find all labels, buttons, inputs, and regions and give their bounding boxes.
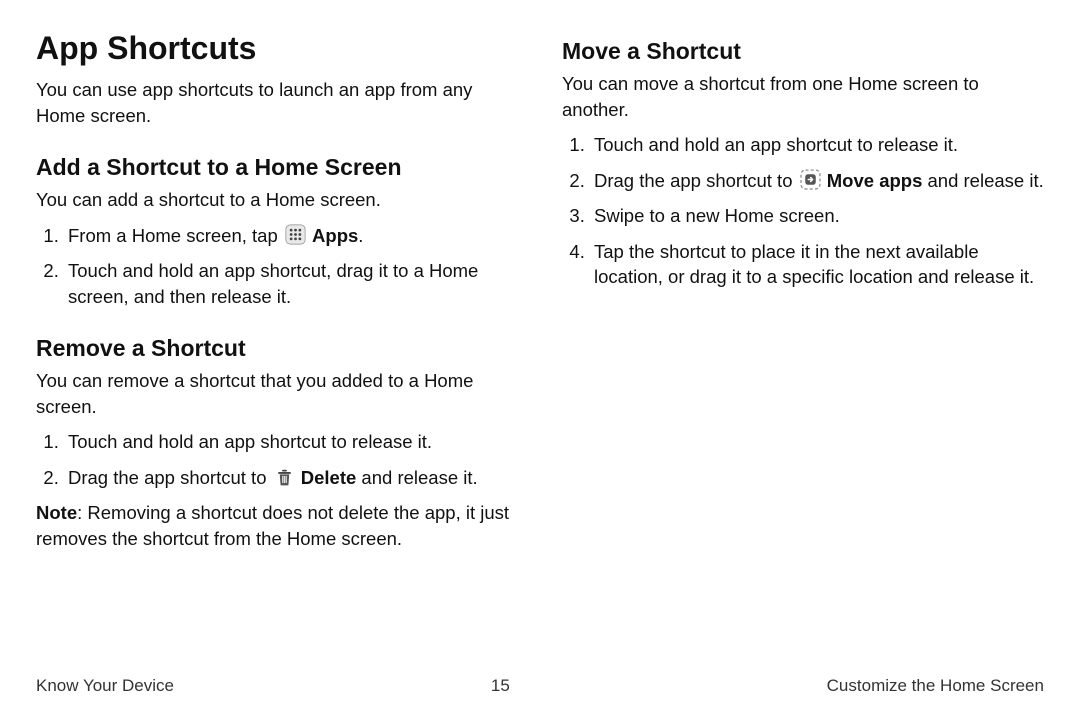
apps-grid-icon bbox=[285, 224, 306, 245]
trash-icon bbox=[274, 467, 295, 488]
add-intro: You can add a shortcut to a Home screen. bbox=[36, 187, 518, 213]
list-item: Touch and hold an app shortcut to releas… bbox=[64, 429, 518, 455]
list-item: Drag the app shortcut to bbox=[64, 465, 518, 491]
remove-intro: You can remove a shortcut that you added… bbox=[36, 368, 518, 419]
step-text: Drag the app shortcut to bbox=[594, 170, 798, 191]
section-heading-remove: Remove a Shortcut bbox=[36, 335, 518, 362]
note-label: Note bbox=[36, 502, 77, 523]
list-item: Swipe to a new Home screen. bbox=[590, 203, 1044, 229]
section-heading-add: Add a Shortcut to a Home Screen bbox=[36, 154, 518, 181]
list-item: Touch and hold an app shortcut to releas… bbox=[590, 132, 1044, 158]
step-text: Drag the app shortcut to bbox=[68, 467, 272, 488]
remove-steps-list: Touch and hold an app shortcut to releas… bbox=[36, 429, 518, 490]
note-body: : Removing a shortcut does not delete th… bbox=[36, 502, 509, 549]
right-column: Move a Shortcut You can move a shortcut … bbox=[562, 30, 1044, 561]
page-footer: Know Your Device 15 Customize the Home S… bbox=[36, 676, 1044, 696]
step-text: and release it. bbox=[922, 170, 1043, 191]
page-number: 15 bbox=[491, 676, 510, 696]
step-text: and release it. bbox=[356, 467, 477, 488]
intro-paragraph: You can use app shortcuts to launch an a… bbox=[36, 77, 518, 128]
list-item: Drag the app shortcut to Move apps and r… bbox=[590, 168, 1044, 194]
list-item: Tap the shortcut to place it in the next… bbox=[590, 239, 1044, 290]
step-text: From a Home screen, tap bbox=[68, 225, 283, 246]
delete-label: Delete bbox=[301, 467, 357, 488]
two-column-layout: App Shortcuts You can use app shortcuts … bbox=[36, 30, 1044, 561]
add-steps-list: From a Home screen, tap Apps. Touch and bbox=[36, 223, 518, 310]
move-apps-label: Move apps bbox=[827, 170, 923, 191]
left-column: App Shortcuts You can use app shortcuts … bbox=[36, 30, 518, 561]
page-title: App Shortcuts bbox=[36, 30, 518, 67]
list-item: Touch and hold an app shortcut, drag it … bbox=[64, 258, 518, 309]
move-steps-list: Touch and hold an app shortcut to releas… bbox=[562, 132, 1044, 290]
list-item: From a Home screen, tap Apps. bbox=[64, 223, 518, 249]
footer-left: Know Your Device bbox=[36, 676, 174, 696]
apps-label: Apps bbox=[312, 225, 358, 246]
move-apps-icon bbox=[800, 169, 821, 190]
move-intro: You can move a shortcut from one Home sc… bbox=[562, 71, 1044, 122]
manual-page: App Shortcuts You can use app shortcuts … bbox=[0, 0, 1080, 720]
remove-note: Note: Removing a shortcut does not delet… bbox=[36, 500, 518, 551]
step-text: . bbox=[358, 225, 363, 246]
section-heading-move: Move a Shortcut bbox=[562, 38, 1044, 65]
footer-right: Customize the Home Screen bbox=[827, 676, 1044, 696]
